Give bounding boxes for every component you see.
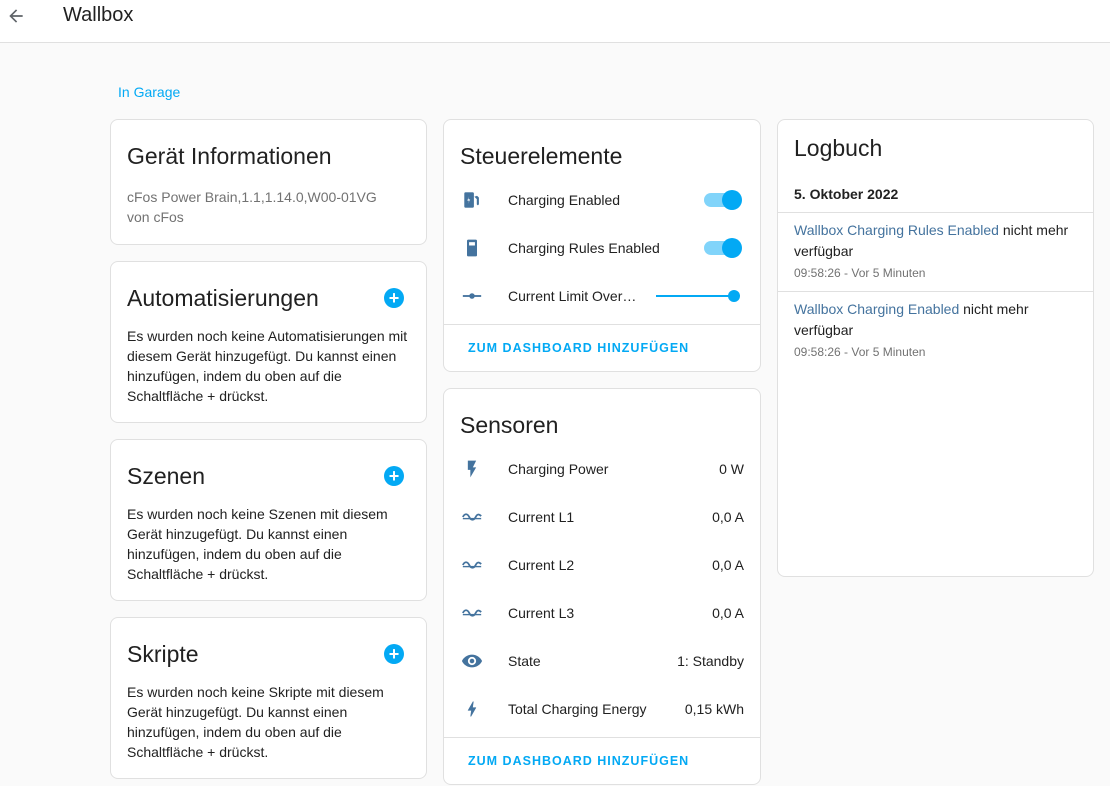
entity-link[interactable]: Wallbox Charging Rules Enabled bbox=[794, 222, 999, 238]
sensor-label: Current L1 bbox=[508, 509, 575, 525]
sensor-row-current-l1[interactable]: Current L1 0,0 A bbox=[444, 493, 760, 541]
eye-icon bbox=[460, 649, 484, 673]
toggle-knob bbox=[722, 190, 742, 210]
add-automation-button[interactable]: + bbox=[384, 288, 404, 308]
sensor-row-state[interactable]: State 1: Standby bbox=[444, 637, 760, 685]
add-to-dashboard-button[interactable]: ZUM DASHBOARD HINZUFÜGEN bbox=[468, 341, 689, 355]
ev-station-icon bbox=[460, 188, 484, 212]
control-label: Charging Enabled bbox=[508, 192, 621, 208]
flash-icon bbox=[460, 457, 484, 481]
sensor-label: Current L3 bbox=[508, 605, 575, 621]
control-row-charging-enabled[interactable]: Charging Enabled bbox=[444, 176, 760, 224]
sensor-label: Charging Power bbox=[508, 461, 609, 477]
scripts-card: Skripte + Es wurden noch keine Skripte m… bbox=[110, 617, 427, 779]
add-to-dashboard-button[interactable]: ZUM DASHBOARD HINZUFÜGEN bbox=[468, 754, 689, 768]
sensor-value: 0,15 kWh bbox=[684, 701, 744, 717]
sensor-row-current-l3[interactable]: Current L3 0,0 A bbox=[444, 589, 760, 637]
controls-card: Steuerelemente Charging Enabled Charging… bbox=[443, 119, 761, 372]
log-time: 09:58:26 - Vor 5 Minuten bbox=[794, 345, 926, 359]
scenes-card: Szenen + Es wurden noch keine Szenen mit… bbox=[110, 439, 427, 601]
divider bbox=[778, 212, 1093, 213]
divider bbox=[444, 324, 760, 325]
area-link[interactable]: In Garage bbox=[118, 84, 180, 100]
charging-rules-enabled-toggle[interactable] bbox=[704, 238, 742, 258]
lightning-icon bbox=[460, 697, 484, 721]
sensor-value: 1: Standby bbox=[677, 653, 744, 669]
card-title: Sensoren bbox=[460, 412, 559, 438]
back-arrow-icon[interactable] bbox=[4, 4, 28, 28]
divider bbox=[778, 291, 1093, 292]
entity-link[interactable]: Wallbox Charging Enabled bbox=[794, 301, 959, 317]
logbook-entry: Wallbox Charging Enabled nicht mehr verf… bbox=[794, 299, 1081, 360]
battery-icon bbox=[460, 236, 484, 260]
control-label: Charging Rules Enabled bbox=[508, 240, 660, 256]
automations-card: Automatisierungen + Es wurden noch keine… bbox=[110, 261, 427, 423]
device-model: cFos Power Brain,1.1,1.14.0,W00-01VG bbox=[127, 189, 377, 205]
logbook-card: Logbuch 5. Oktober 2022 Wallbox Charging… bbox=[777, 119, 1094, 577]
current-limit-slider[interactable] bbox=[656, 290, 740, 302]
card-title: Logbuch bbox=[794, 135, 883, 161]
logbook-date: 5. Oktober 2022 bbox=[794, 186, 899, 202]
sine-wave-icon bbox=[460, 553, 484, 577]
control-label: Current Limit Over… bbox=[508, 288, 637, 304]
slider-thumb[interactable] bbox=[728, 290, 740, 302]
charging-enabled-toggle[interactable] bbox=[704, 190, 742, 210]
top-app-bar: Wallbox bbox=[0, 0, 1110, 43]
empty-text: Es wurden noch keine Automatisierungen m… bbox=[127, 328, 408, 404]
card-title: Szenen bbox=[127, 463, 206, 489]
sensor-value: 0,0 A bbox=[712, 557, 744, 573]
sensors-card: Sensoren Charging Power 0 W Current L1 0… bbox=[443, 388, 761, 785]
sine-wave-icon bbox=[460, 601, 484, 625]
control-row-charging-rules-enabled[interactable]: Charging Rules Enabled bbox=[444, 224, 760, 272]
card-title: Steuerelemente bbox=[460, 143, 623, 169]
sensor-value: 0,0 A bbox=[712, 605, 744, 621]
card-title: Skripte bbox=[127, 641, 199, 667]
empty-text: Es wurden noch keine Skripte mit diesem … bbox=[127, 684, 384, 760]
sensor-value: 0 W bbox=[719, 461, 744, 477]
device-info-card: Gerät Informationen cFos Power Brain,1.1… bbox=[110, 119, 427, 245]
add-scene-button[interactable]: + bbox=[384, 466, 404, 486]
log-time: 09:58:26 - Vor 5 Minuten bbox=[794, 266, 926, 280]
card-title: Automatisierungen bbox=[127, 285, 319, 311]
sensor-label: Total Charging Energy bbox=[508, 701, 647, 717]
logbook-entry: Wallbox Charging Rules Enabled nicht meh… bbox=[794, 220, 1081, 281]
sensor-row-total-charging-energy[interactable]: Total Charging Energy 0,15 kWh bbox=[444, 685, 760, 733]
divider bbox=[444, 737, 760, 738]
add-script-button[interactable]: + bbox=[384, 644, 404, 664]
sensor-label: State bbox=[508, 653, 541, 669]
page-title: Wallbox bbox=[63, 4, 134, 26]
sensor-row-charging-power[interactable]: Charging Power 0 W bbox=[444, 445, 760, 493]
sensor-row-current-l2[interactable]: Current L2 0,0 A bbox=[444, 541, 760, 589]
sensor-label: Current L2 bbox=[508, 557, 575, 573]
sensor-value: 0,0 A bbox=[712, 509, 744, 525]
control-row-current-limit: Current Limit Over… bbox=[444, 272, 760, 320]
card-title: Gerät Informationen bbox=[127, 143, 332, 169]
empty-text: Es wurden noch keine Szenen mit diesem G… bbox=[127, 506, 388, 582]
slider-icon bbox=[460, 284, 484, 308]
sine-wave-icon bbox=[460, 505, 484, 529]
toggle-knob bbox=[722, 238, 742, 258]
device-manufacturer: von cFos bbox=[127, 209, 184, 225]
